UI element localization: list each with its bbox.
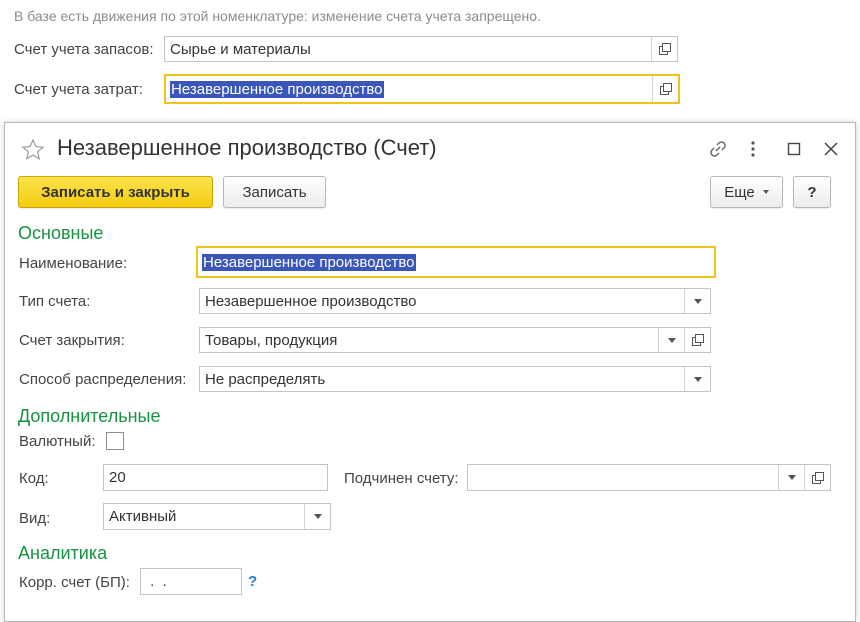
section-analytics-title: Аналитика xyxy=(18,543,108,563)
chevron-down-icon xyxy=(667,337,676,343)
kind-label: Вид: xyxy=(19,510,51,527)
open-stock-account-button[interactable] xyxy=(651,37,677,61)
parent-account-select[interactable] xyxy=(467,464,831,491)
save-and-close-button[interactable]: Записать и закрыть xyxy=(18,176,213,208)
cost-account-value: Незавершенное производство xyxy=(170,80,384,98)
distribution-dropdown-button[interactable] xyxy=(684,367,710,391)
favorite-star-icon[interactable] xyxy=(21,138,45,162)
maximize-icon[interactable] xyxy=(787,142,801,156)
chevron-down-icon xyxy=(693,376,702,382)
distribution-value: Не распределять xyxy=(205,370,326,388)
chevron-down-icon xyxy=(313,514,322,519)
chevron-down-icon xyxy=(693,298,702,304)
open-icon xyxy=(811,471,824,484)
cost-account-field[interactable]: Незавершенное производство xyxy=(164,74,680,104)
open-icon xyxy=(658,43,671,55)
code-input[interactable]: 20 xyxy=(103,464,328,491)
kind-value: Активный xyxy=(109,508,177,525)
more-menu-label: Еще xyxy=(724,183,755,201)
chevron-down-icon xyxy=(762,190,769,194)
corr-account-input[interactable]: . . xyxy=(140,568,242,595)
closing-account-select[interactable]: Товары, продукция xyxy=(199,327,711,353)
section-main-title: Основные xyxy=(18,223,104,243)
name-label: Наименование: xyxy=(19,255,128,272)
parent-account-label: Подчинен счету: xyxy=(344,470,459,487)
kind-dropdown-button[interactable] xyxy=(304,504,330,529)
code-value: 20 xyxy=(109,469,126,486)
open-icon xyxy=(691,334,704,346)
stock-account-value: Сырье и материалы xyxy=(170,40,311,58)
account-type-value: Незавершенное производство xyxy=(205,292,417,310)
stock-account-field[interactable]: Сырье и материалы xyxy=(164,36,678,62)
stock-account-label: Счет учета запасов: xyxy=(14,41,154,58)
account-dialog: Незавершенное производство (Счет) Записа… xyxy=(4,122,856,622)
corr-account-help-icon[interactable]: ? xyxy=(248,573,257,590)
distribution-label: Способ распределения: xyxy=(19,371,187,388)
link-icon[interactable] xyxy=(707,138,729,160)
account-type-label: Тип счета: xyxy=(19,293,91,310)
help-button[interactable]: ? xyxy=(793,176,831,208)
parent-account-dropdown-button[interactable] xyxy=(778,465,804,490)
save-button[interactable]: Записать xyxy=(223,176,326,208)
currency-label: Валютный: xyxy=(19,433,96,450)
account-type-dropdown-button[interactable] xyxy=(684,289,710,313)
open-parent-account-button[interactable] xyxy=(804,465,830,490)
code-label: Код: xyxy=(19,470,49,487)
corr-account-value: . . xyxy=(146,573,167,590)
more-actions-icon[interactable] xyxy=(748,138,758,160)
section-additional-title: Дополнительные xyxy=(18,406,161,426)
closing-account-label: Счет закрытия: xyxy=(19,332,125,349)
account-type-select[interactable]: Незавершенное производство xyxy=(199,288,711,314)
close-icon[interactable] xyxy=(823,141,839,157)
more-menu-button[interactable]: Еще xyxy=(710,176,783,208)
open-cost-account-button[interactable] xyxy=(652,76,678,102)
open-closing-account-button[interactable] xyxy=(684,328,710,352)
kind-select[interactable]: Активный xyxy=(103,503,331,530)
name-value: Незавершенное производство xyxy=(202,253,416,271)
corr-account-label: Корр. счет (БП): xyxy=(19,574,130,591)
distribution-select[interactable]: Не распределять xyxy=(199,366,711,392)
name-input[interactable]: Незавершенное производство xyxy=(196,246,716,278)
open-icon xyxy=(659,83,672,95)
chevron-down-icon xyxy=(787,475,796,480)
cost-account-label: Счет учета затрат: xyxy=(14,81,143,98)
currency-checkbox[interactable] xyxy=(106,432,124,450)
movements-notice: В базе есть движения по этой номенклатур… xyxy=(14,8,541,24)
dialog-title: Незавершенное производство (Счет) xyxy=(57,135,437,160)
closing-account-value: Товары, продукция xyxy=(205,331,338,349)
closing-account-dropdown-button[interactable] xyxy=(658,328,684,352)
